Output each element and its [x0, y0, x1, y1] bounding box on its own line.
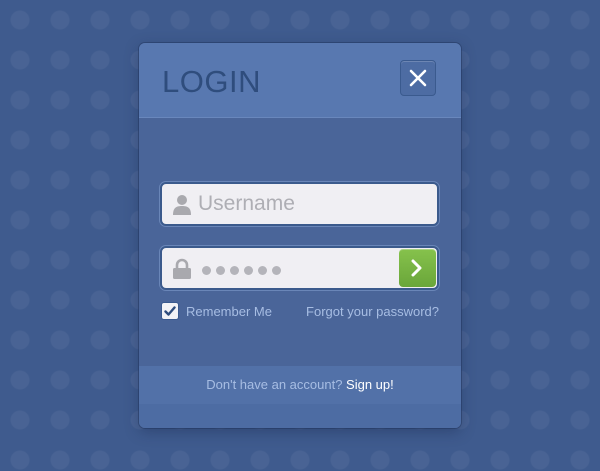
username-input[interactable]: [198, 188, 388, 220]
submit-login-button[interactable]: [399, 249, 436, 287]
dialog-bottom-bar: [139, 404, 461, 428]
user-icon: [173, 195, 191, 215]
remember-me-option[interactable]: Remember Me: [161, 302, 272, 320]
page-background: { "login_dialog": { "title": "LOGIN", "c…: [0, 0, 600, 471]
username-field[interactable]: [160, 182, 439, 226]
remember-me-label: Remember Me: [186, 303, 272, 319]
signup-prompt: Don't have an account?: [206, 377, 347, 392]
signup-link[interactable]: Sign up!: [346, 377, 394, 392]
signup-footer: Don't have an account? Sign up!: [139, 366, 461, 404]
checkmark-icon: [164, 306, 176, 316]
lock-icon: [173, 258, 191, 279]
login-dialog: LOGIN Username Remember Me Forgot your p…: [139, 43, 461, 428]
chevron-right-icon: [411, 259, 422, 277]
dialog-header: LOGIN: [139, 43, 461, 118]
password-field[interactable]: [160, 246, 439, 290]
remember-me-checkbox[interactable]: [161, 302, 179, 320]
password-masked-value[interactable]: [202, 266, 281, 275]
close-button[interactable]: [400, 60, 436, 96]
forgot-password-link[interactable]: Forgot your password?: [306, 304, 439, 319]
dialog-title: LOGIN: [162, 64, 261, 99]
close-icon: [409, 69, 427, 87]
